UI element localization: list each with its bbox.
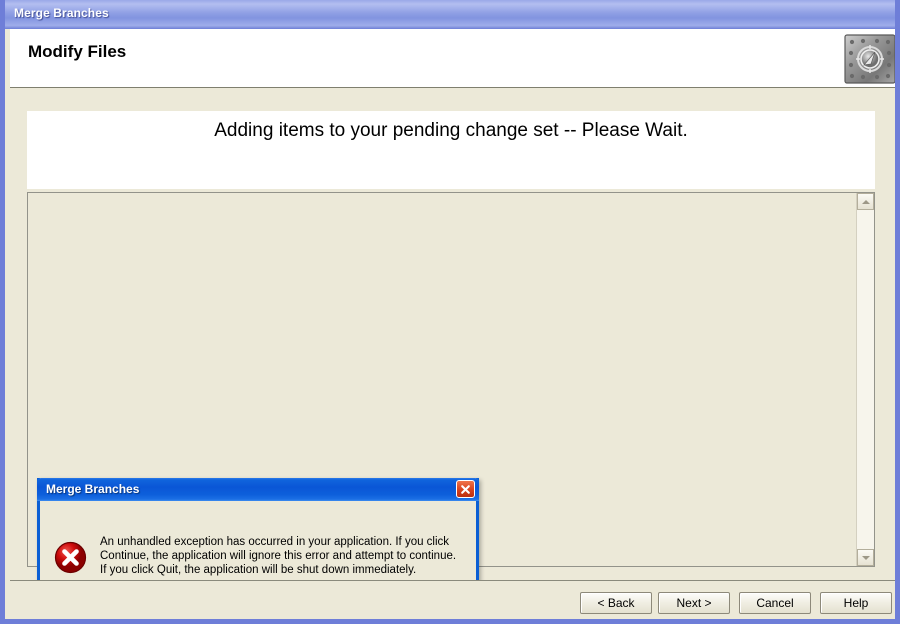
chevron-up-icon — [861, 199, 870, 204]
cancel-button[interactable]: Cancel — [739, 592, 811, 614]
page-title: Modify Files — [28, 42, 127, 61]
scroll-down-arrow-icon[interactable] — [857, 549, 874, 566]
dialog-title-text: Merge Branches — [46, 482, 140, 496]
scroll-up-arrow-icon[interactable] — [857, 193, 874, 210]
status-message: Adding items to your pending change set … — [214, 120, 688, 141]
scrollbar-track[interactable] — [857, 210, 874, 549]
log-scrollbar[interactable] — [856, 193, 874, 566]
window-title-text: Merge Branches — [14, 6, 109, 20]
help-button[interactable]: Help — [820, 592, 892, 614]
chevron-down-icon — [861, 555, 870, 560]
status-panel: Adding items to your pending change set … — [27, 111, 875, 189]
window-title-bar: Merge Branches — [5, 0, 895, 29]
error-circle-x-icon — [54, 541, 87, 574]
merge-branches-window: Merge Branches Modify Files Adding items… — [0, 0, 900, 624]
wizard-body: Adding items to your pending change set … — [10, 89, 895, 619]
back-button[interactable]: < Back — [580, 592, 652, 614]
close-x-icon[interactable] — [456, 480, 475, 498]
dialog-title-bar: Merge Branches — [37, 478, 479, 501]
wizard-header: Modify Files — [10, 29, 895, 88]
next-button[interactable]: Next > — [658, 592, 730, 614]
compass-plate-icon — [844, 34, 895, 84]
wizard-footer: < Back Next > Cancel Help — [10, 581, 895, 619]
dialog-message-text: An unhandled exception has occurred in y… — [100, 536, 457, 576]
